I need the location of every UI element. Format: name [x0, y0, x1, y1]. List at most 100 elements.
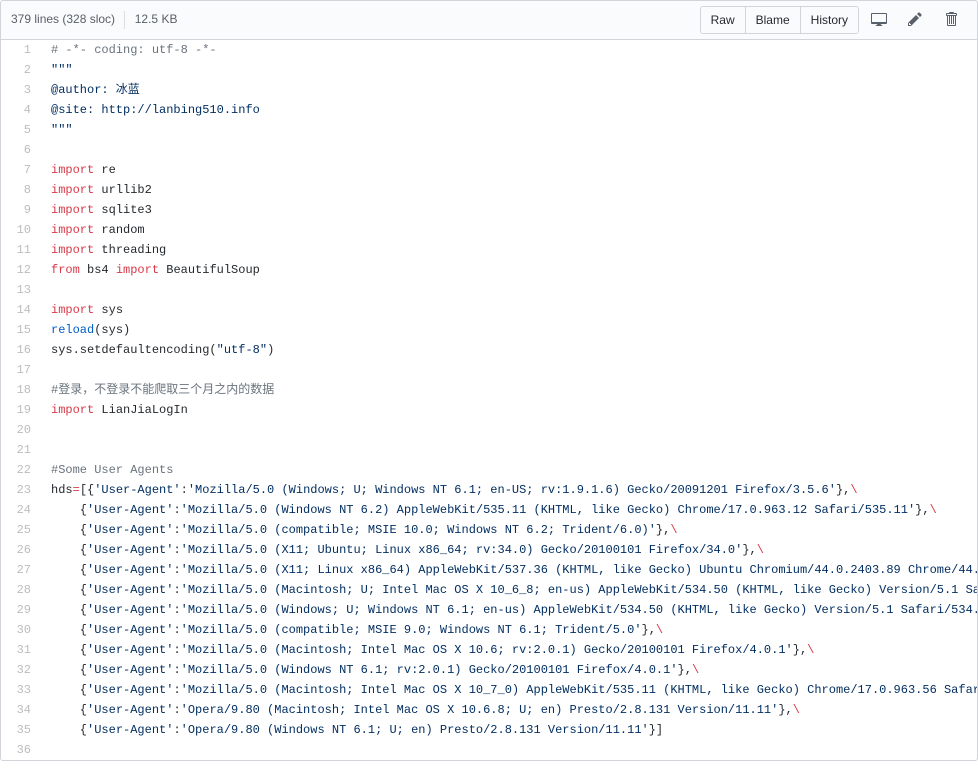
line-number[interactable]: 9: [1, 200, 41, 220]
code-row: 24 {'User-Agent':'Mozilla/5.0 (Windows N…: [1, 500, 978, 520]
line-code: """: [41, 60, 978, 80]
line-number[interactable]: 3: [1, 80, 41, 100]
line-count: 379 lines (328 sloc): [11, 12, 115, 26]
line-number[interactable]: 30: [1, 620, 41, 640]
line-number[interactable]: 8: [1, 180, 41, 200]
line-number[interactable]: 34: [1, 700, 41, 720]
code-row: 19import LianJiaLogIn: [1, 400, 978, 420]
line-code: [41, 140, 978, 160]
code-row: 23hds=[{'User-Agent':'Mozilla/5.0 (Windo…: [1, 480, 978, 500]
raw-button[interactable]: Raw: [701, 7, 746, 33]
line-number[interactable]: 24: [1, 500, 41, 520]
line-number[interactable]: 6: [1, 140, 41, 160]
line-code: #登录，不登录不能爬取三个月之内的数据: [41, 380, 978, 400]
line-number[interactable]: 36: [1, 740, 41, 760]
line-number[interactable]: 27: [1, 560, 41, 580]
line-number[interactable]: 7: [1, 160, 41, 180]
line-number[interactable]: 2: [1, 60, 41, 80]
line-code: {'User-Agent':'Mozilla/5.0 (Windows; U; …: [41, 600, 978, 620]
line-number[interactable]: 35: [1, 720, 41, 740]
line-number[interactable]: 21: [1, 440, 41, 460]
code-row: 4@site: http://lanbing510.info: [1, 100, 978, 120]
line-number[interactable]: 10: [1, 220, 41, 240]
line-code: """: [41, 120, 978, 140]
line-code: [41, 360, 978, 380]
line-number[interactable]: 26: [1, 540, 41, 560]
line-number[interactable]: 28: [1, 580, 41, 600]
line-number[interactable]: 18: [1, 380, 41, 400]
line-code: {'User-Agent':'Mozilla/5.0 (X11; Linux x…: [41, 560, 978, 580]
code-row: 2""": [1, 60, 978, 80]
line-number[interactable]: 19: [1, 400, 41, 420]
code-table: 1# -*- coding: utf-8 -*-2"""3@author: 冰蓝…: [1, 40, 978, 760]
code-row: 36: [1, 740, 978, 760]
code-row: 31 {'User-Agent':'Mozilla/5.0 (Macintosh…: [1, 640, 978, 660]
line-code: import LianJiaLogIn: [41, 400, 978, 420]
line-number[interactable]: 25: [1, 520, 41, 540]
line-code: import sys: [41, 300, 978, 320]
line-code: {'User-Agent':'Mozilla/5.0 (Windows NT 6…: [41, 500, 978, 520]
code-row: 7import re: [1, 160, 978, 180]
line-number[interactable]: 16: [1, 340, 41, 360]
code-row: 15reload(sys): [1, 320, 978, 340]
line-number[interactable]: 32: [1, 660, 41, 680]
line-number[interactable]: 12: [1, 260, 41, 280]
line-number[interactable]: 33: [1, 680, 41, 700]
code-row: 21: [1, 440, 978, 460]
line-number[interactable]: 23: [1, 480, 41, 500]
code-row: 16sys.setdefaultencoding("utf-8"): [1, 340, 978, 360]
line-code: {'User-Agent':'Mozilla/5.0 (Macintosh; I…: [41, 680, 978, 700]
line-code: from bs4 import BeautifulSoup: [41, 260, 978, 280]
line-code: {'User-Agent':'Mozilla/5.0 (Macintosh; I…: [41, 640, 978, 660]
line-code: @site: http://lanbing510.info: [41, 100, 978, 120]
line-code: {'User-Agent':'Mozilla/5.0 (X11; Ubuntu;…: [41, 540, 978, 560]
code-row: 35 {'User-Agent':'Opera/9.80 (Windows NT…: [1, 720, 978, 740]
line-code: [41, 280, 978, 300]
trash-icon[interactable]: [935, 8, 967, 33]
blame-button[interactable]: Blame: [746, 7, 801, 33]
desktop-icon[interactable]: [863, 8, 895, 33]
line-code: # -*- coding: utf-8 -*-: [41, 40, 978, 60]
line-code: import sqlite3: [41, 200, 978, 220]
code-row: 3@author: 冰蓝: [1, 80, 978, 100]
code-row: 27 {'User-Agent':'Mozilla/5.0 (X11; Linu…: [1, 560, 978, 580]
code-row: 33 {'User-Agent':'Mozilla/5.0 (Macintosh…: [1, 680, 978, 700]
line-number[interactable]: 22: [1, 460, 41, 480]
pencil-icon[interactable]: [899, 8, 931, 33]
code-row: 12from bs4 import BeautifulSoup: [1, 260, 978, 280]
line-number[interactable]: 4: [1, 100, 41, 120]
line-code: {'User-Agent':'Mozilla/5.0 (Windows NT 6…: [41, 660, 978, 680]
code-row: 29 {'User-Agent':'Mozilla/5.0 (Windows; …: [1, 600, 978, 620]
code-row: 25 {'User-Agent':'Mozilla/5.0 (compatibl…: [1, 520, 978, 540]
line-number[interactable]: 20: [1, 420, 41, 440]
code-row: 30 {'User-Agent':'Mozilla/5.0 (compatibl…: [1, 620, 978, 640]
file-header: 379 lines (328 sloc) 12.5 KB Raw Blame H…: [0, 0, 978, 40]
code-row: 11import threading: [1, 240, 978, 260]
line-number[interactable]: 14: [1, 300, 41, 320]
code-row: 13: [1, 280, 978, 300]
code-row: 26 {'User-Agent':'Mozilla/5.0 (X11; Ubun…: [1, 540, 978, 560]
line-code: {'User-Agent':'Mozilla/5.0 (Macintosh; U…: [41, 580, 978, 600]
file-size: 12.5 KB: [135, 12, 178, 26]
line-code: import threading: [41, 240, 978, 260]
line-number[interactable]: 5: [1, 120, 41, 140]
line-number[interactable]: 31: [1, 640, 41, 660]
line-number[interactable]: 13: [1, 280, 41, 300]
line-code: [41, 420, 978, 440]
code-row: 22#Some User Agents: [1, 460, 978, 480]
line-number[interactable]: 11: [1, 240, 41, 260]
line-code: #Some User Agents: [41, 460, 978, 480]
line-number[interactable]: 15: [1, 320, 41, 340]
button-group: Raw Blame History: [700, 6, 859, 34]
code-row: 8import urllib2: [1, 180, 978, 200]
code-row: 18#登录，不登录不能爬取三个月之内的数据: [1, 380, 978, 400]
line-code: {'User-Agent':'Mozilla/5.0 (compatible; …: [41, 520, 978, 540]
history-button[interactable]: History: [801, 7, 858, 33]
line-number[interactable]: 1: [1, 40, 41, 60]
code-row: 6: [1, 140, 978, 160]
code-row: 28 {'User-Agent':'Mozilla/5.0 (Macintosh…: [1, 580, 978, 600]
code-row: 9import sqlite3: [1, 200, 978, 220]
line-number[interactable]: 17: [1, 360, 41, 380]
line-code: reload(sys): [41, 320, 978, 340]
line-number[interactable]: 29: [1, 600, 41, 620]
